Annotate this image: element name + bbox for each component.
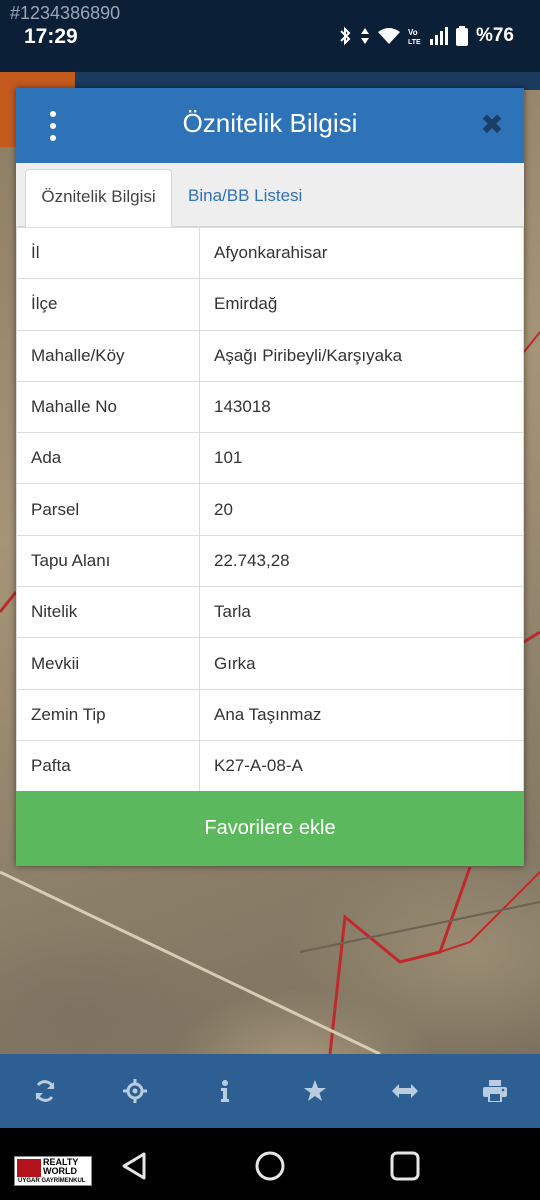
row-key: Parsel bbox=[16, 483, 200, 536]
table-row: Pafta K27-A-08-A bbox=[16, 739, 524, 793]
row-key: Mahalle/Köy bbox=[16, 329, 200, 382]
table-row: Zemin Tip Ana Taşınmaz bbox=[16, 688, 524, 741]
add-favorite-button[interactable]: Favorilere ekle bbox=[16, 791, 524, 866]
svg-text:LTE: LTE bbox=[408, 39, 421, 46]
map-toolbar bbox=[0, 1054, 540, 1128]
battery-icon bbox=[455, 26, 468, 46]
recents-icon[interactable] bbox=[387, 1148, 423, 1184]
battery-level: %76 bbox=[475, 25, 514, 46]
table-row: Nitelik Tarla bbox=[16, 586, 524, 639]
table-row: Mahalle/Köy Aşağı Piribeyli/Karşıyaka bbox=[16, 329, 524, 382]
row-key: Nitelik bbox=[16, 586, 200, 639]
svg-text:Vo: Vo bbox=[408, 28, 418, 37]
table-row: Ada 101 bbox=[16, 432, 524, 485]
table-row: Mevkii Gırka bbox=[16, 637, 524, 690]
table-row: Mahalle No 143018 bbox=[16, 380, 524, 434]
logo-subtitle: UYGAR GAYRİMENKUL bbox=[18, 1178, 86, 1184]
row-key: Mevkii bbox=[16, 637, 200, 690]
row-key: İlçe bbox=[16, 278, 200, 331]
dialog-header: Öznitelik Bilgisi ✖ bbox=[16, 88, 524, 163]
row-key: Ada bbox=[16, 432, 200, 485]
bluetooth-icon bbox=[340, 26, 351, 46]
tab-attribute-info[interactable]: Öznitelik Bilgisi bbox=[25, 169, 172, 227]
row-key: İl bbox=[16, 226, 200, 280]
print-icon[interactable] bbox=[473, 1069, 517, 1113]
row-value: 143018 bbox=[199, 380, 524, 434]
row-value: 22.743,28 bbox=[199, 534, 524, 588]
row-value: Gırka bbox=[199, 637, 524, 690]
locate-icon[interactable] bbox=[113, 1069, 157, 1113]
measure-icon[interactable] bbox=[383, 1069, 427, 1113]
volte-icon: Vo LTE bbox=[408, 28, 421, 46]
watermark-id: #1234386890 bbox=[10, 3, 121, 23]
table-row: Parsel 20 bbox=[16, 483, 524, 536]
row-key: Mahalle No bbox=[16, 380, 200, 434]
status-bar: #1234386890 17:29 Vo LTE %76 bbox=[0, 0, 540, 72]
row-value: 20 bbox=[199, 483, 524, 536]
close-icon[interactable]: ✖ bbox=[480, 111, 504, 139]
back-icon[interactable] bbox=[116, 1148, 152, 1184]
data-arrows-icon bbox=[360, 28, 369, 44]
row-value: Emirdağ bbox=[199, 278, 524, 331]
clock: 17:29 bbox=[24, 25, 78, 48]
tab-building-list[interactable]: Bina/BB Listesi bbox=[188, 169, 302, 227]
attribute-table: İl Afyonkarahisar İlçe Emirdağ Mahalle/Köy… bbox=[16, 226, 524, 793]
refresh-icon[interactable] bbox=[23, 1069, 67, 1113]
row-value: 101 bbox=[199, 432, 524, 485]
row-value: Aşağı Piribeyli/Karşıyaka bbox=[199, 329, 524, 382]
home-icon[interactable] bbox=[252, 1148, 288, 1184]
logo-text: REALTY WORLD bbox=[43, 1157, 79, 1176]
dialog-title: Öznitelik Bilgisi bbox=[182, 108, 358, 138]
wifi-icon bbox=[377, 28, 400, 44]
row-key: Pafta bbox=[16, 739, 200, 793]
table-row: İlçe Emirdağ bbox=[16, 278, 524, 331]
attribute-dialog: Öznitelik Bilgisi ✖ Öznitelik Bilgisi Bi… bbox=[16, 88, 524, 866]
logo-mark bbox=[17, 1159, 41, 1177]
status-icons: Vo LTE %76 bbox=[338, 25, 514, 47]
table-row: Tapu Alanı 22.743,28 bbox=[16, 534, 524, 588]
star-icon[interactable] bbox=[293, 1069, 337, 1113]
dialog-tabs: Öznitelik Bilgisi Bina/BB Listesi bbox=[16, 163, 524, 227]
row-key: Zemin Tip bbox=[16, 688, 200, 741]
realty-world-logo: REALTY WORLD UYGAR GAYRİMENKUL bbox=[14, 1156, 92, 1186]
signal-icon bbox=[429, 27, 448, 45]
row-value: K27-A-08-A bbox=[199, 739, 524, 793]
row-key: Tapu Alanı bbox=[16, 534, 200, 588]
row-value: Ana Taşınmaz bbox=[199, 688, 524, 741]
table-row: İl Afyonkarahisar bbox=[16, 226, 524, 280]
row-value: Afyonkarahisar bbox=[199, 226, 524, 280]
info-icon[interactable] bbox=[203, 1069, 247, 1113]
row-value: Tarla bbox=[199, 586, 524, 639]
